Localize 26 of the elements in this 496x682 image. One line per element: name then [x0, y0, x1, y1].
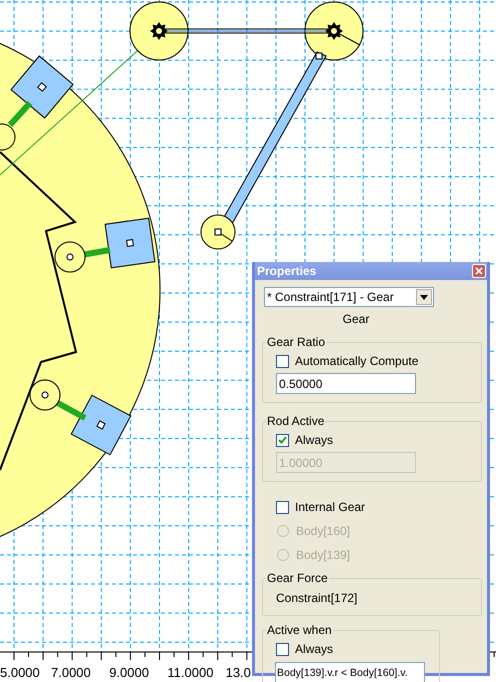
checkbox-label: Internal Gear	[295, 499, 366, 516]
radio-label: Body[160]	[296, 523, 350, 540]
axis-label: 11.0000	[167, 666, 214, 680]
checkbox-label: Always	[295, 432, 334, 449]
condition-field[interactable]: Body[139].v.r < Body[160].v.	[275, 662, 425, 682]
checkbox-label: Automatically Compute	[295, 353, 418, 370]
object-dropdown[interactable]: * Constraint[171] - Gear	[264, 287, 434, 307]
checkbox[interactable]	[276, 434, 289, 446]
checkbox[interactable]	[276, 500, 289, 514]
group-title: Rod Active	[266, 413, 326, 430]
group-title: Gear Ratio	[266, 334, 326, 351]
checkbox-label: Always	[295, 641, 334, 658]
checkbox[interactable]	[276, 642, 289, 656]
axis-label: 5.0000	[0, 666, 40, 680]
ratio-field[interactable]: 0.50000	[276, 373, 416, 394]
window-title: Properties	[257, 263, 316, 280]
group-title: Active when	[266, 622, 333, 639]
axis-label: 7.0000	[51, 666, 91, 680]
group-title: Gear Force	[266, 570, 329, 587]
close-button[interactable]	[472, 264, 486, 278]
checkbox[interactable]	[276, 354, 289, 368]
radio-label: Body[139]	[296, 547, 350, 564]
axis-label: 9.0000	[109, 666, 149, 680]
axis-label: 13.0	[226, 666, 251, 680]
gear-force-value: Constraint[172]	[276, 590, 358, 607]
type-label: Gear	[342, 311, 370, 328]
